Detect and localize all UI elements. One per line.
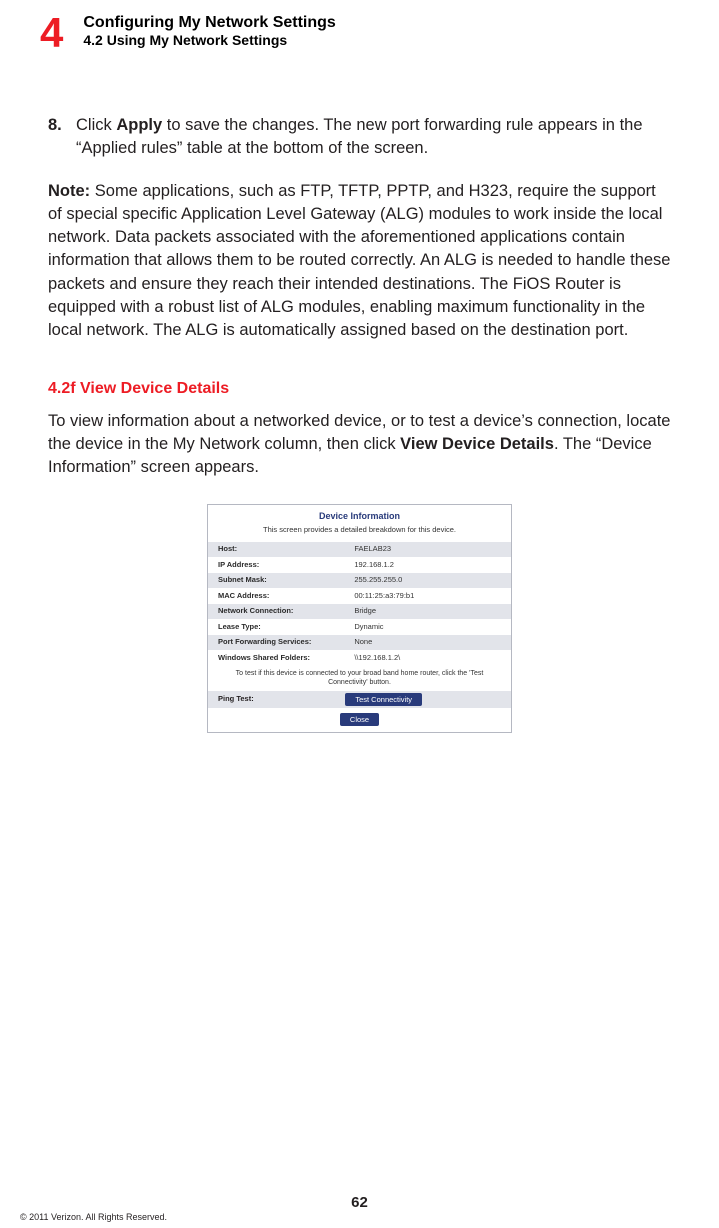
section-heading: 4.2f View Device Details xyxy=(48,378,671,400)
table-row: Port Forwarding Services: None xyxy=(208,635,511,651)
step-number: 8. xyxy=(48,114,76,160)
note-paragraph: Note: Some applications, such as FTP, TF… xyxy=(48,180,671,342)
chapter-titles: Configuring My Network Settings 4.2 Usin… xyxy=(83,12,335,48)
row-label: Port Forwarding Services: xyxy=(208,635,344,651)
row-value: None xyxy=(344,635,511,651)
close-button[interactable]: Close xyxy=(340,713,379,726)
copyright: © 2011 Verizon. All Rights Reserved. xyxy=(20,1212,167,1222)
table-row: Windows Shared Folders: \\192.168.1.2\ xyxy=(208,650,511,666)
row-label: MAC Address: xyxy=(208,588,344,604)
step-8: 8. Click Apply to save the changes. The … xyxy=(48,114,671,160)
ping-test-label: Ping Test: xyxy=(218,694,345,705)
test-connectivity-note: To test if this device is connected to y… xyxy=(208,666,511,692)
table-row: IP Address: 192.168.1.2 xyxy=(208,557,511,573)
row-label: Windows Shared Folders: xyxy=(208,650,344,666)
device-info-desc: This screen provides a detailed breakdow… xyxy=(208,525,511,542)
device-info-table: Host: FAELAB23 IP Address: 192.168.1.2 S… xyxy=(208,542,511,666)
page-footer: 62 xyxy=(0,1194,719,1212)
row-value: 192.168.1.2 xyxy=(344,557,511,573)
device-info-panel: Device Information This screen provides … xyxy=(207,504,512,734)
table-row: Network Connection: Bridge xyxy=(208,604,511,620)
test-connectivity-button[interactable]: Test Connectivity xyxy=(345,693,422,706)
page-content: 8. Click Apply to save the changes. The … xyxy=(0,54,719,733)
row-value[interactable]: \\192.168.1.2\ xyxy=(344,650,511,666)
page-number: 62 xyxy=(351,1194,368,1211)
row-label: Subnet Mask: xyxy=(208,573,344,589)
section-paragraph: To view information about a networked de… xyxy=(48,410,671,479)
note-text: Some applications, such as FTP, TFTP, PP… xyxy=(48,182,670,339)
row-value[interactable]: Bridge xyxy=(344,604,511,620)
device-info-title: Device Information xyxy=(208,505,511,526)
row-value: 255.255.255.0 xyxy=(344,573,511,589)
step-bold: Apply xyxy=(116,116,162,134)
table-row: MAC Address: 00:11:25:a3:79:b1 xyxy=(208,588,511,604)
row-label: Network Connection: xyxy=(208,604,344,620)
table-row: Lease Type: Dynamic xyxy=(208,619,511,635)
row-value: Dynamic xyxy=(344,619,511,635)
chapter-title: Configuring My Network Settings xyxy=(83,14,335,32)
row-value: 00:11:25:a3:79:b1 xyxy=(344,588,511,604)
chapter-subtitle: 4.2 Using My Network Settings xyxy=(83,32,335,48)
ping-test-row: Ping Test: Test Connectivity xyxy=(208,691,511,708)
chapter-number: 4 xyxy=(40,12,63,54)
page-header: 4 Configuring My Network Settings 4.2 Us… xyxy=(0,0,719,54)
section-bold: View Device Details xyxy=(400,435,554,453)
step-prefix: Click xyxy=(76,116,116,134)
close-row: Close xyxy=(208,708,511,732)
note-label: Note: xyxy=(48,182,90,200)
row-label: IP Address: xyxy=(208,557,344,573)
table-row: Subnet Mask: 255.255.255.0 xyxy=(208,573,511,589)
step-text: Click Apply to save the changes. The new… xyxy=(76,114,671,160)
row-value[interactable]: FAELAB23 xyxy=(344,542,511,558)
row-label: Host: xyxy=(208,542,344,558)
table-row: Host: FAELAB23 xyxy=(208,542,511,558)
row-label: Lease Type: xyxy=(208,619,344,635)
